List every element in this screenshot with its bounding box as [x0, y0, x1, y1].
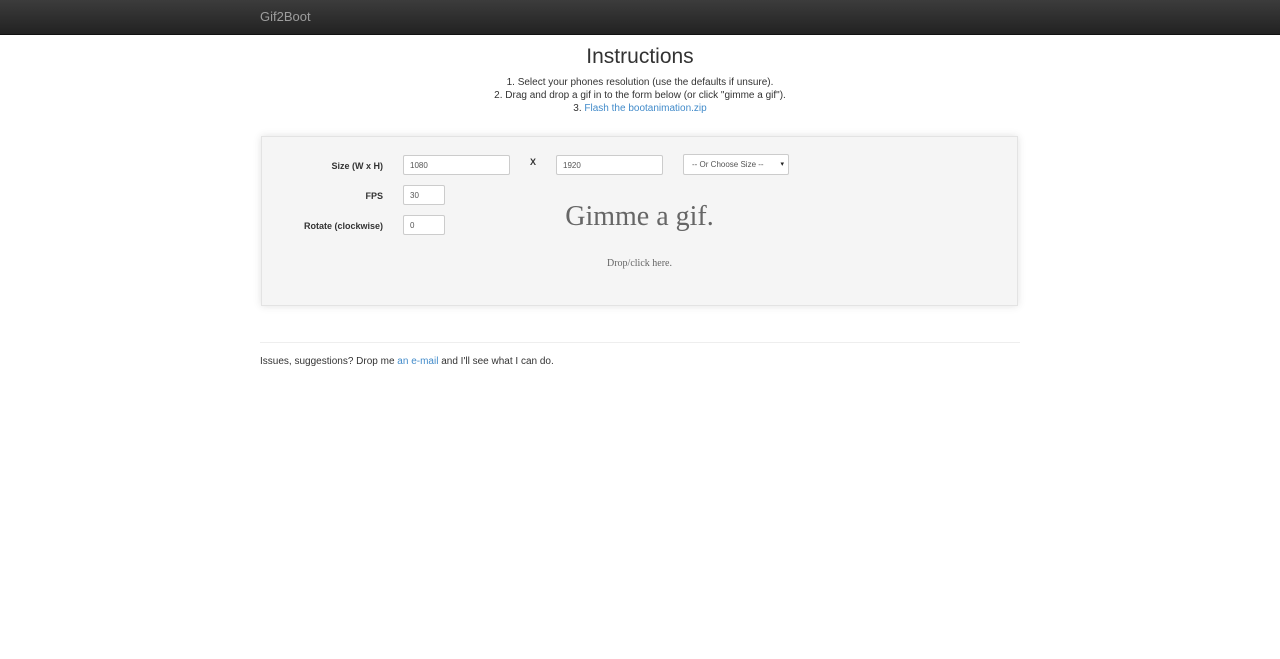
footer-prefix: Issues, suggestions? Drop me — [260, 356, 398, 367]
navbar: Gif2Boot — [0, 0, 1280, 35]
size-preset-selected: -- Or Choose Size -- — [692, 160, 764, 169]
footer-divider — [260, 342, 1020, 343]
brand-link[interactable]: Gif2Boot — [260, 9, 311, 24]
fps-label: FPS — [365, 191, 383, 201]
step-3: 3. Flash the bootanimation.zip — [0, 102, 1280, 115]
email-link[interactable]: an e-mail — [397, 356, 438, 367]
step-2: 2. Drag and drop a gif in to the form be… — [494, 90, 786, 101]
size-separator: X — [530, 157, 537, 167]
gif-dropzone-panel[interactable]: Size (W x H) X -- Or Choose Size -- ▾ FP… — [261, 136, 1018, 306]
gimme-gif-title[interactable]: Gimme a gif. — [262, 201, 1017, 233]
height-input[interactable] — [556, 155, 663, 175]
step-3-prefix: 3. — [573, 103, 585, 114]
footer-suffix: and I'll see what I can do. — [438, 356, 554, 367]
width-input[interactable] — [403, 155, 510, 175]
size-preset-select[interactable]: -- Or Choose Size -- ▾ — [683, 154, 789, 175]
instructions-title: Instructions — [586, 45, 694, 68]
footer: Issues, suggestions? Drop me an e-mail a… — [260, 356, 554, 367]
drop-hint: Drop/click here. — [607, 258, 672, 269]
chevron-down-icon: ▾ — [780, 161, 784, 168]
size-label: Size (W x H) — [331, 161, 383, 171]
step-1: 1. Select your phones resolution (use th… — [506, 77, 774, 88]
flash-bootanimation-link[interactable]: Flash the bootanimation.zip — [584, 103, 706, 114]
instructions-steps: 1. Select your phones resolution (use th… — [0, 76, 1280, 115]
